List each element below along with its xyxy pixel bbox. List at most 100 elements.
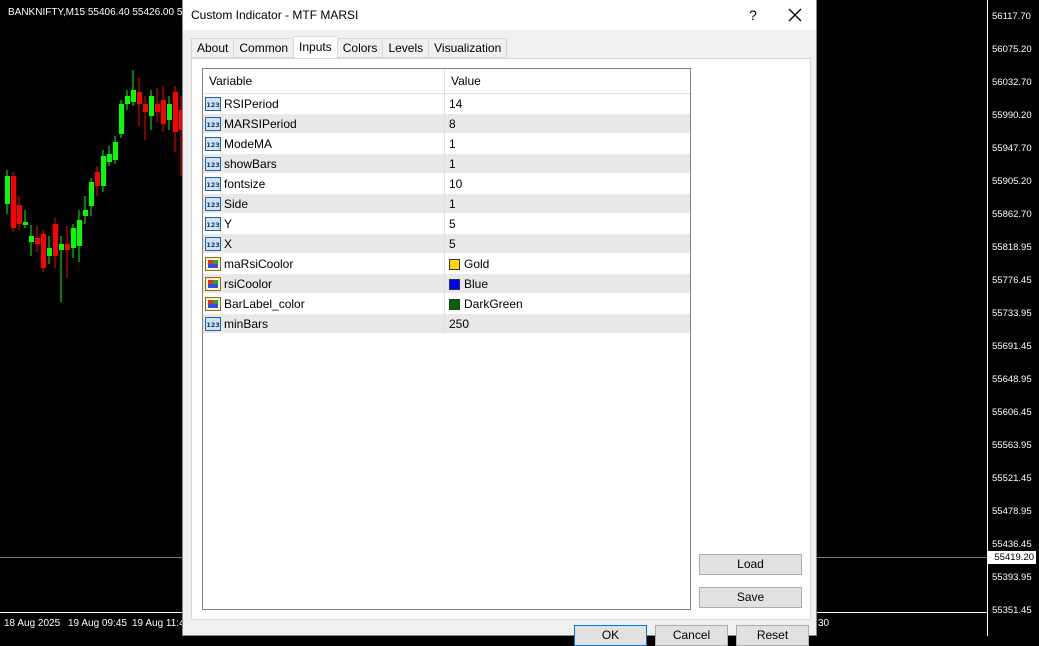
tab-colors[interactable]: Colors	[336, 38, 383, 58]
input-row[interactable]: 123 showBars 1	[203, 154, 690, 174]
candle	[143, 96, 148, 140]
input-value-cell[interactable]: 10	[445, 174, 462, 194]
candlestick-series	[5, 70, 182, 302]
tab-levels[interactable]: Levels	[382, 38, 429, 58]
candle	[71, 224, 76, 258]
time-label: 30	[818, 618, 830, 629]
tab-inputs[interactable]: Inputs	[293, 36, 337, 58]
svg-text:123: 123	[206, 121, 220, 129]
chart-symbol-title: BANKNIFTY,M15 55406.40 55426.00 55	[8, 7, 188, 18]
input-value-text: 5	[449, 237, 456, 251]
input-value-text: 5	[449, 217, 456, 231]
candle	[137, 78, 142, 126]
custom-indicator-dialog: Custom Indicator - MTF MARSI ? About Com…	[182, 0, 817, 646]
column-header-variable[interactable]: Variable	[203, 69, 445, 94]
input-variable-cell: 123 showBars	[203, 154, 445, 174]
save-button[interactable]: Save	[699, 587, 802, 608]
input-value-cell[interactable]: Gold	[445, 254, 489, 274]
column-header-value[interactable]: Value	[445, 69, 481, 94]
input-value-cell[interactable]: 14	[445, 94, 462, 114]
input-row[interactable]: maRsiCoolor Gold	[203, 254, 690, 274]
input-variable-cell: 123 MARSIPeriod	[203, 114, 445, 134]
int-param-icon: 123	[205, 137, 221, 151]
input-variable-cell: 123 X	[203, 234, 445, 254]
close-icon[interactable]	[783, 3, 807, 27]
candle	[17, 196, 22, 230]
candle	[149, 90, 154, 130]
tab-about[interactable]: About	[191, 38, 234, 58]
input-row[interactable]: rsiCoolor Blue	[203, 274, 690, 294]
input-variable-cell: 123 minBars	[203, 314, 445, 334]
input-row[interactable]: 123 Y 5	[203, 214, 690, 234]
input-row[interactable]: 123 RSIPeriod 14	[203, 94, 690, 114]
svg-text:123: 123	[206, 201, 220, 209]
help-button[interactable]: ?	[743, 5, 763, 25]
input-row[interactable]: 123 fontsize 10	[203, 174, 690, 194]
candle	[113, 136, 118, 164]
input-value-text: 1	[449, 157, 456, 171]
input-value-text: Blue	[464, 277, 489, 291]
svg-text:123: 123	[206, 221, 220, 229]
candle	[29, 225, 34, 256]
input-row[interactable]: 123 X 5	[203, 234, 690, 254]
input-variable-name: MARSIPeriod	[224, 117, 297, 131]
candle	[59, 236, 64, 302]
inputs-grid: Variable Value 123 RSIPeriod 14 123 MARSIPer…	[202, 68, 691, 610]
input-row[interactable]: 123 ModeMA 1	[203, 134, 690, 154]
input-variable-name: Side	[224, 197, 249, 211]
price-axis: 56117.70 56075.20 56032.70 55990.20 55947.70…	[987, 0, 1039, 636]
input-value-cell[interactable]: 250	[445, 314, 469, 334]
input-variable-cell: BarLabel_color	[203, 294, 445, 314]
input-value-text: DarkGreen	[464, 297, 523, 311]
input-value-text: 1	[449, 137, 456, 151]
tab-common[interactable]: Common	[233, 38, 294, 58]
input-variable-cell: maRsiCoolor	[203, 254, 445, 274]
int-param-icon: 123	[205, 177, 221, 191]
input-value-cell[interactable]: 8	[445, 114, 456, 134]
price-label: 55648.95	[992, 374, 1032, 385]
time-label: 18 Aug 2025	[4, 618, 61, 629]
svg-text:123: 123	[206, 141, 220, 149]
candle	[107, 146, 112, 166]
dialog-title: Custom Indicator - MTF MARSI	[191, 8, 359, 22]
candle	[53, 218, 58, 268]
input-value-cell[interactable]: DarkGreen	[445, 294, 523, 314]
tab-visualization[interactable]: Visualization	[428, 38, 508, 58]
int-param-icon: 123	[205, 157, 221, 171]
svg-text:123: 123	[206, 101, 220, 109]
input-variable-name: minBars	[224, 317, 269, 331]
candle	[125, 90, 130, 110]
load-button[interactable]: Load	[699, 554, 802, 575]
candle	[41, 230, 46, 272]
tab-strip: About Common Inputs Colors Levels Visual…	[191, 36, 508, 58]
candle	[23, 210, 28, 228]
price-label: 55776.45	[992, 275, 1032, 286]
int-param-icon: 123	[205, 97, 221, 111]
price-label: 56117.70	[992, 11, 1031, 22]
input-value-cell[interactable]: 5	[445, 234, 456, 254]
dialog-titlebar[interactable]: Custom Indicator - MTF MARSI ?	[183, 0, 816, 30]
input-variable-cell: 123 Side	[203, 194, 445, 214]
price-label: 55521.45	[992, 473, 1032, 484]
input-value-cell[interactable]: Blue	[445, 274, 488, 294]
candle	[77, 210, 82, 262]
input-value-cell[interactable]: 5	[445, 214, 456, 234]
input-value-cell[interactable]: 1	[445, 194, 456, 214]
price-label: 55862.70	[992, 209, 1032, 220]
input-row[interactable]: 123 MARSIPeriod 8	[203, 114, 690, 134]
input-value-cell[interactable]: 1	[445, 134, 456, 154]
price-label: 55947.70	[992, 143, 1032, 154]
input-row[interactable]: 123 minBars 250	[203, 314, 690, 334]
candle	[89, 178, 94, 216]
input-value-cell[interactable]: 1	[445, 154, 456, 174]
int-param-icon: 123	[205, 317, 221, 331]
int-param-icon: 123	[205, 237, 221, 251]
input-row[interactable]: 123 Side 1	[203, 194, 690, 214]
int-param-icon: 123	[205, 217, 221, 231]
input-variable-name: rsiCoolor	[224, 277, 273, 291]
candle	[5, 170, 10, 214]
input-variable-name: X	[224, 237, 233, 251]
price-label: 55606.45	[992, 407, 1032, 418]
input-row[interactable]: BarLabel_color DarkGreen	[203, 294, 690, 314]
candle	[95, 166, 100, 196]
